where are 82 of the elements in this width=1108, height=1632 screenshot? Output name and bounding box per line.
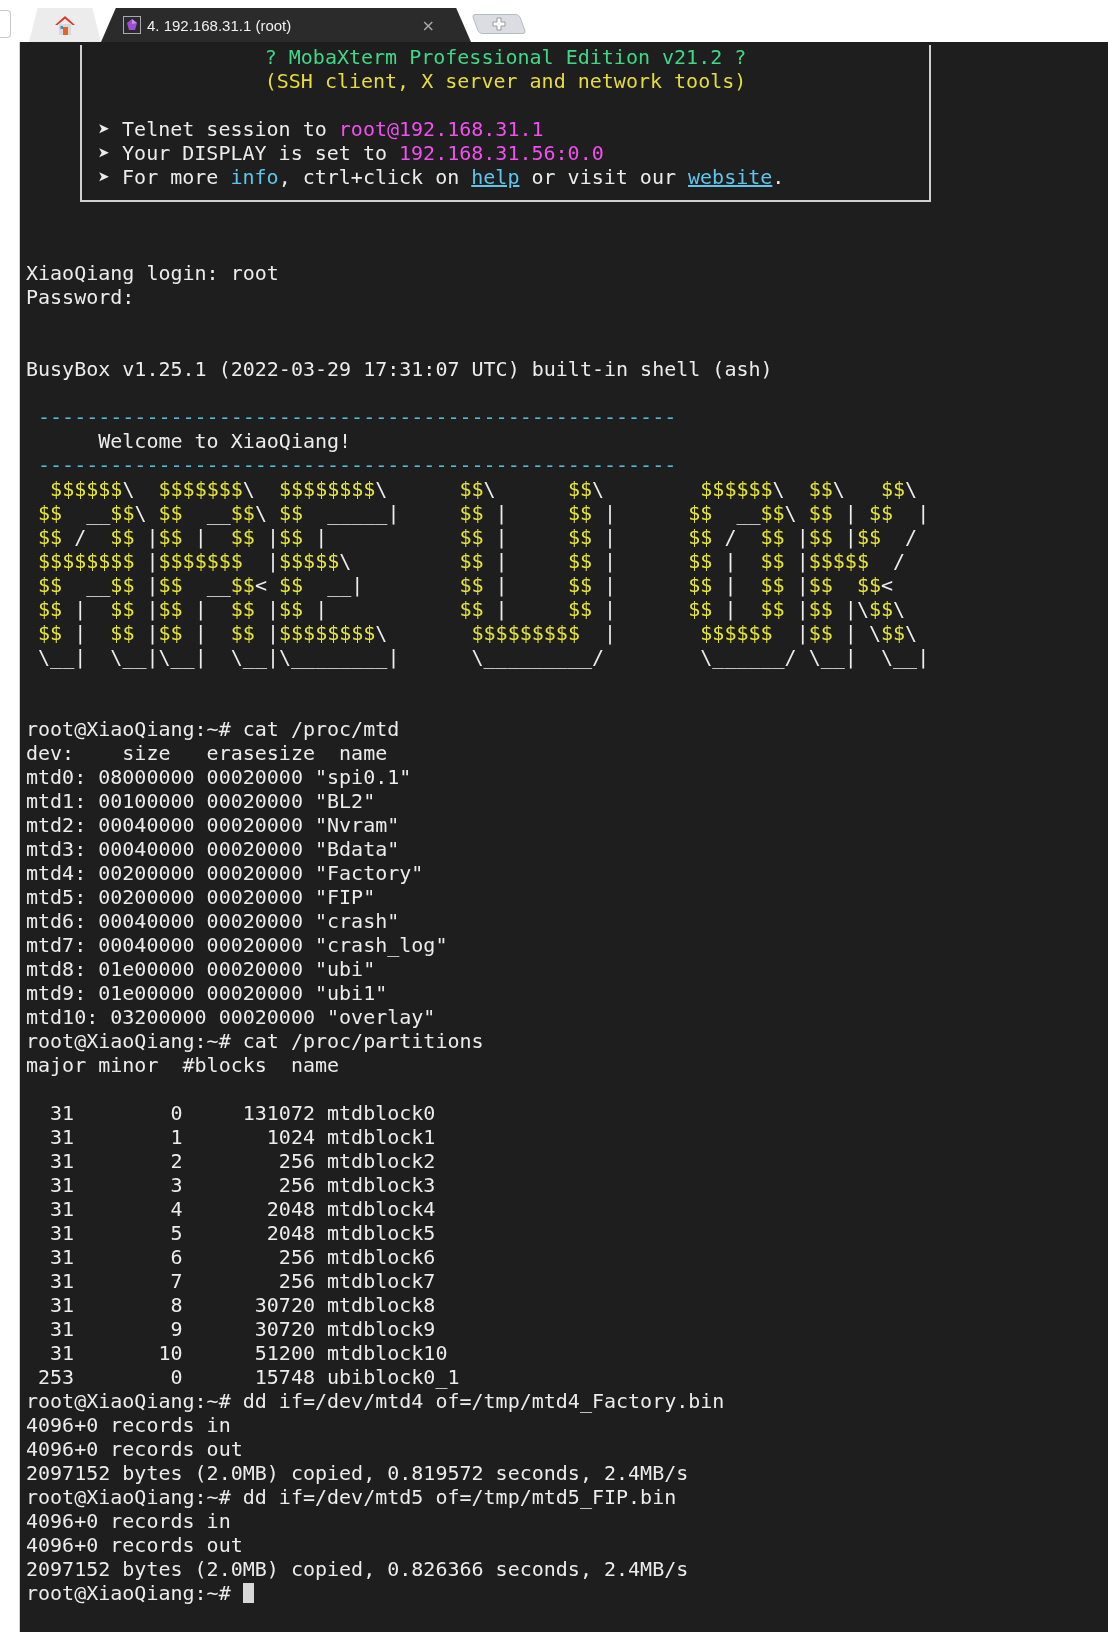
dashed-rule: ----------------------------------------------------- (37, 405, 678, 429)
terminal-line: 31 5 2048 mtdblock5 (49, 1221, 437, 1245)
ascii-art-text: $$ __$$\ $$ | $$ | (688, 501, 930, 525)
shell-prompt: root@XiaoQiang:~# (26, 1581, 232, 1605)
ascii-art-text: $$ | $$ |$$ |\$$\ (688, 597, 906, 621)
terminal-line: 2097152 bytes (2.0MB) copied, 0.826366 seconds, 2.4MB/s (26, 1557, 690, 1581)
terminal-line: mtd3: 00040000 00020000 "Bdata" (26, 837, 401, 861)
terminal-line: major minor #blocks name (26, 1053, 341, 1077)
ascii-art-text: $$ | $$ | (459, 549, 618, 573)
terminal-line: mtd6: 00040000 00020000 "crash" (26, 909, 401, 933)
banner-line: ➤ Your DISPLAY is set to 192.168.31.56:0.0 (98, 141, 605, 165)
terminal-line: 31 9 30720 mtdblock9 (49, 1317, 437, 1341)
ascii-art-text: $$ | $$ | (459, 597, 618, 621)
terminal-line: dev: size erasesize name (26, 741, 389, 765)
ascii-art-text: $$ | $$ |$$ | $$ |$$ | (37, 597, 329, 621)
terminal-line: mtd8: 01e00000 00020000 "ubi" (26, 957, 377, 981)
new-tab-button[interactable] (471, 14, 527, 34)
tab-label: 4. 192.168.31.1 (root) (147, 16, 293, 34)
terminal-line: 31 4 2048 mtdblock4 (49, 1197, 437, 1221)
link[interactable]: help (471, 165, 520, 189)
gem-icon (123, 16, 141, 34)
terminal-line: 31 10 51200 mtdblock10 (49, 1341, 449, 1365)
ascii-art-text: $$ __$$\ $$ __$$\ $$ _____| (37, 501, 401, 525)
terminal-line: 4096+0 records out (26, 1437, 244, 1461)
terminal-line: mtd4: 00200000 00020000 "Factory" (26, 861, 425, 885)
terminal-line: mtd2: 00040000 00020000 "Nvram" (26, 813, 401, 837)
ascii-art-text: $$$$$$$$$ | (470, 621, 618, 645)
ascii-art-text: $$$$$$\ $$\ $$\ (699, 477, 918, 501)
terminal-line: 31 7 256 mtdblock7 (49, 1269, 437, 1293)
banner-line: ➤ For more info, ctrl+click on help or visit our website. (98, 165, 786, 189)
plus-icon (492, 17, 506, 31)
ascii-art-text: $$$$$$$$ |$$$$$$$ |$$$$$\ (37, 549, 353, 573)
panel-edge (0, 10, 11, 38)
terminal-line: root@XiaoQiang:~# dd if=/dev/mtd4 of=/tmp/mtd4_Factory.bin (26, 1389, 726, 1413)
ascii-art-text: $$ __$$ |$$ __$$< $$ __| (37, 573, 365, 597)
banner-title: ? MobaXterm Professional Edition v21.2 ? (263, 45, 748, 69)
terminal-line: 31 1 1024 mtdblock1 (49, 1125, 437, 1149)
ascii-art-text: $$\ $$\ (459, 477, 606, 501)
terminal-line: 253 0 15748 ubiblock0_1 (37, 1365, 461, 1389)
terminal-line: mtd5: 00200000 00020000 "FIP" (26, 885, 377, 909)
ascii-art-text: $$$$$$\ $$$$$$$\ $$$$$$$$\ (49, 477, 389, 501)
terminal-line: 4096+0 records out (26, 1533, 244, 1557)
dashed-rule: ----------------------------------------------------- (37, 453, 678, 477)
terminal-line: Password: (26, 285, 136, 309)
terminal-line: 31 6 256 mtdblock6 (49, 1245, 437, 1269)
terminal-line: mtd9: 01e00000 00020000 "ubi1" (26, 981, 389, 1005)
terminal-line: mtd1: 00100000 00020000 "BL2" (26, 789, 377, 813)
ascii-art-text: \__| \__|\__| \__|\________| (37, 645, 401, 669)
terminal-line: BusyBox v1.25.1 (2022-03-29 17:31:07 UTC) built-in shell (ash) (26, 357, 774, 381)
terminal-line: 31 0 131072 mtdblock0 (49, 1101, 437, 1125)
ascii-art-text: \_________/ (470, 645, 606, 669)
terminal-line: root@XiaoQiang:~# dd if=/dev/mtd5 of=/tmp/mtd5_FIP.bin (26, 1485, 678, 1509)
ascii-art-text: $$ / $$ |$$ |$$ / (688, 525, 918, 549)
terminal-line: 31 2 256 mtdblock2 (49, 1149, 437, 1173)
ascii-art-text: $$ | $$ |$$$$$ / (688, 549, 906, 573)
close-icon[interactable]: × (421, 15, 435, 35)
terminal-line: 4096+0 records in (26, 1509, 232, 1533)
link[interactable]: info (230, 165, 279, 189)
terminal-line: Welcome to XiaoQiang! (97, 429, 353, 453)
terminal-line: root@XiaoQiang:~# cat /proc/mtd (26, 717, 401, 741)
banner-subtitle: (SSH client, X server and network tools) (263, 69, 748, 93)
terminal-line: mtd0: 08000000 00020000 "spi0.1" (26, 765, 413, 789)
ascii-art-text: $$ | $$ | (459, 525, 618, 549)
terminal-line: mtd10: 03200000 00020000 "overlay" (26, 1005, 437, 1029)
session-tab[interactable]: 4. 192.168.31.1 (root) × (101, 8, 471, 42)
terminal-line: 31 3 256 mtdblock3 (49, 1173, 437, 1197)
terminal-line: 31 8 30720 mtdblock8 (49, 1293, 437, 1317)
ascii-art-text: $$ | $$ | (459, 573, 618, 597)
banner-line: ➤ Telnet session to root@192.168.31.1 (98, 117, 545, 141)
terminal-line: 2097152 bytes (2.0MB) copied, 0.819572 seconds, 2.4MB/s (26, 1461, 690, 1485)
terminal-line: root@XiaoQiang:~# cat /proc/partitions (26, 1029, 485, 1053)
ascii-art-text: $$$$$$ |$$ | \$$\ (699, 621, 918, 645)
link[interactable]: website (688, 165, 773, 189)
ascii-art-text: $$ / $$ |$$ | $$ |$$ | (37, 525, 329, 549)
home-icon (54, 14, 76, 36)
terminal-line: 4096+0 records in (26, 1413, 232, 1437)
ascii-art-text: $$ | $$ |$$ $$< (688, 573, 894, 597)
ascii-art-text: \______/ \__| \__| (699, 645, 930, 669)
ascii-art-text: $$ | $$ | (459, 501, 618, 525)
ascii-art-text: $$ | $$ |$$ | $$ |$$$$$$$$\ (37, 621, 389, 645)
terminal-line: mtd7: 00040000 00020000 "crash_log" (26, 933, 449, 957)
terminal-line: XiaoQiang login: root (26, 261, 280, 285)
